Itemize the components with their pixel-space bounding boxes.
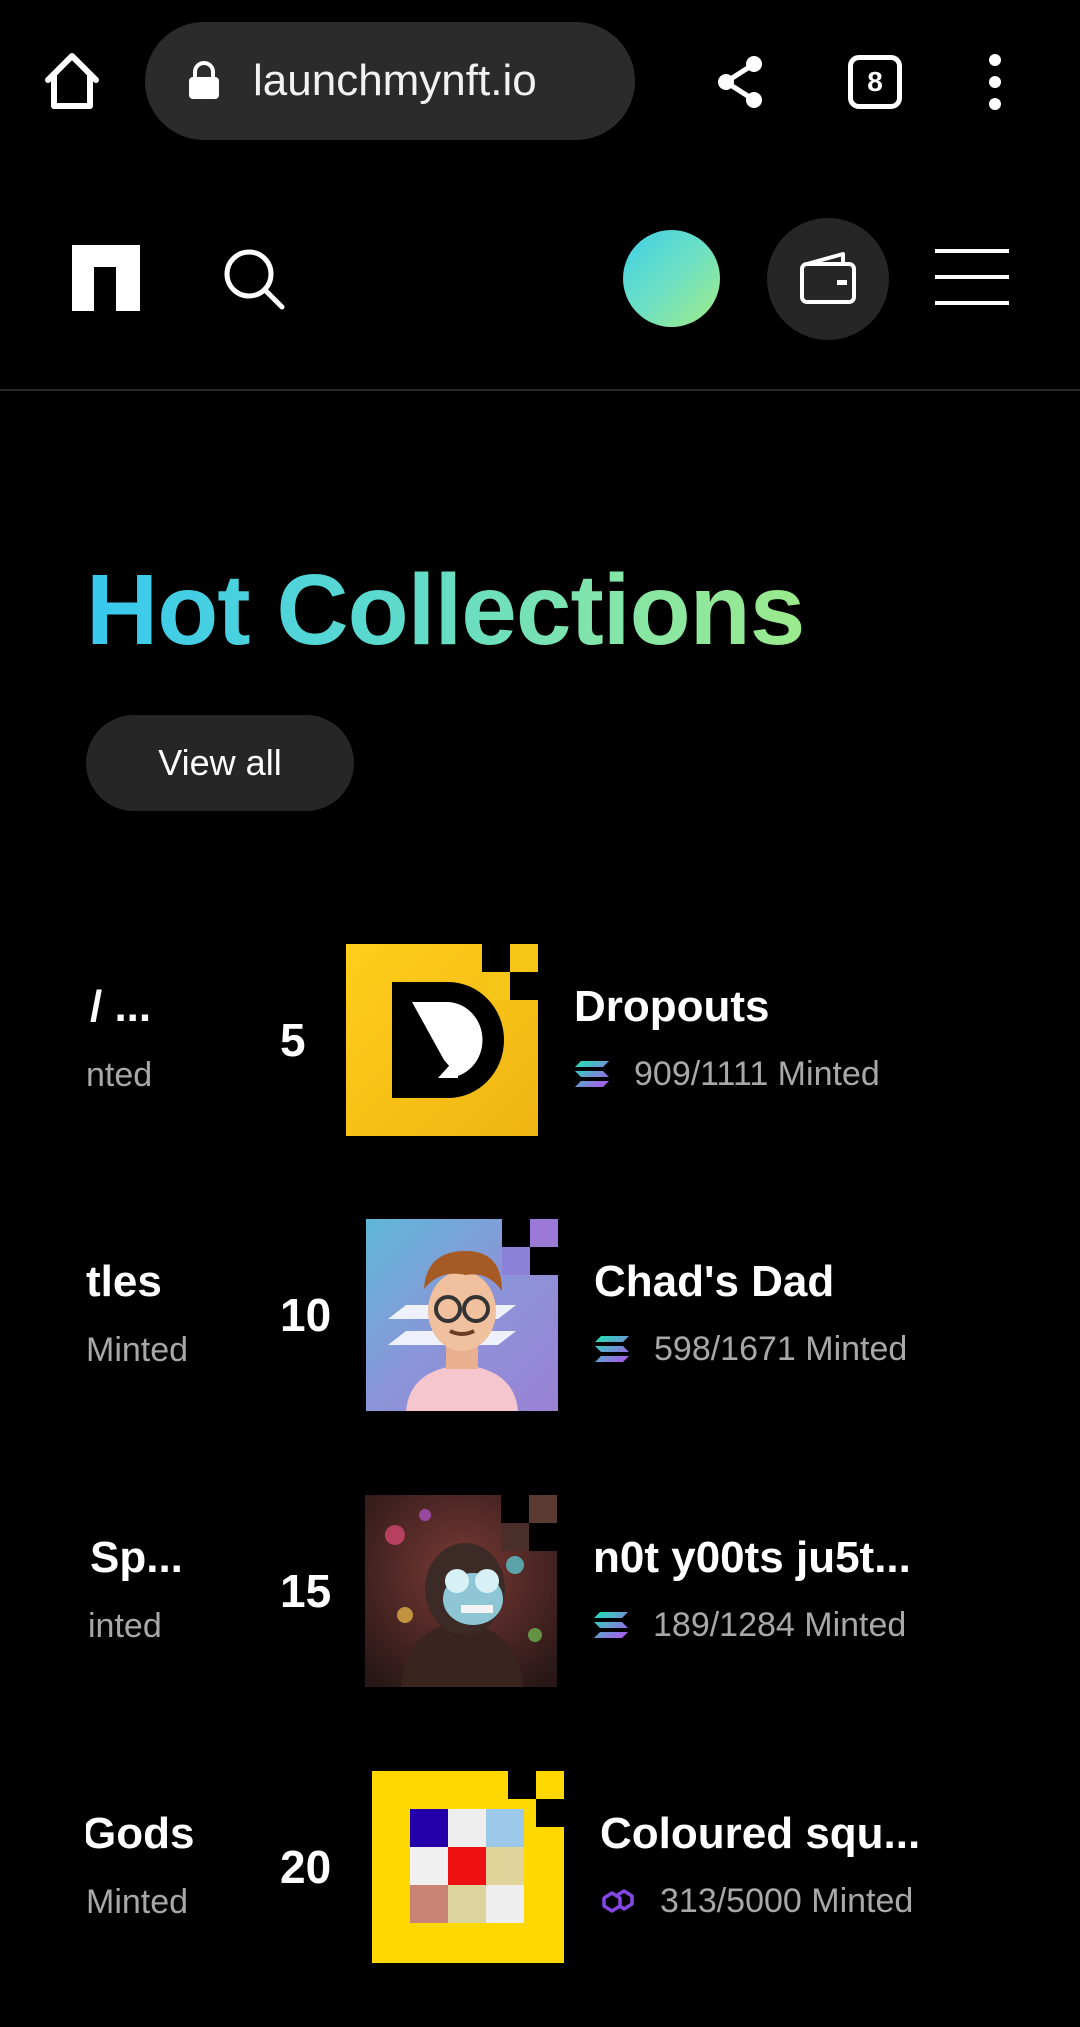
previous-column-name: / ... — [90, 982, 152, 1031]
lock-icon — [189, 61, 219, 99]
solana-icon — [595, 1336, 629, 1362]
previous-column-minted: Minted — [86, 1331, 189, 1369]
menu-icon[interactable] — [935, 247, 1009, 307]
collection-thumbnail[interactable] — [366, 1219, 558, 1411]
solana-icon — [594, 1612, 628, 1638]
more-vert-icon[interactable] — [980, 52, 1010, 112]
tabs-icon[interactable]: 8 — [848, 55, 902, 109]
logo[interactable] — [72, 245, 140, 311]
previous-column-name: Gods — [82, 1809, 195, 1858]
url-text: launchmynft.io — [253, 56, 537, 105]
previous-column-minted: inted — [88, 1607, 162, 1645]
view-all-button[interactable]: View all — [86, 715, 354, 811]
collection-name[interactable]: n0t y00ts ju5t... — [593, 1533, 911, 1583]
minted-count: 189/1284 Minted — [653, 1605, 907, 1644]
collection-name[interactable]: Dropouts — [574, 982, 770, 1032]
collection-rank: 5 — [280, 1014, 306, 1066]
collection-row[interactable]: Gods Minted 20 Coloured squ... 313/5000 … — [0, 1771, 1080, 1963]
share-icon[interactable] — [712, 54, 768, 110]
address-bar[interactable]: launchmynft.io — [145, 22, 635, 140]
collection-name[interactable]: Chad's Dad — [594, 1257, 834, 1307]
section-title: Hot Collections — [86, 554, 805, 666]
collection-row[interactable]: / ... nted 5 Dropouts 909/1111 Minted — [0, 944, 1080, 1136]
carousel-left-edge — [0, 880, 86, 2027]
collection-thumbnail[interactable] — [365, 1495, 557, 1687]
wallet-button[interactable] — [767, 218, 889, 340]
previous-column-name: Sp... — [90, 1533, 183, 1582]
search-icon[interactable] — [222, 247, 286, 311]
browser-toolbar: launchmynft.io 8 — [0, 0, 1080, 165]
collection-rank: 15 — [280, 1565, 332, 1617]
minted-count: 909/1111 Minted — [634, 1054, 880, 1093]
collection-rank: 20 — [280, 1841, 332, 1893]
polygon-icon — [602, 1889, 634, 1913]
solana-icon — [575, 1061, 609, 1087]
minted-count: 598/1671 Minted — [654, 1329, 908, 1368]
collection-row[interactable]: tles Minted 10 Chad's Dad 598/1671 Minte… — [0, 1219, 1080, 1411]
collection-thumbnail[interactable] — [346, 944, 538, 1136]
avatar[interactable] — [623, 230, 720, 327]
wallet-icon — [800, 252, 856, 304]
collection-meta: 313/5000 Minted — [600, 1879, 913, 1923]
collection-rank: 10 — [280, 1289, 332, 1341]
collection-meta: 189/1284 Minted — [593, 1603, 906, 1647]
collection-meta: 598/1671 Minted — [594, 1327, 907, 1371]
previous-column-minted: nted — [86, 1056, 153, 1094]
home-icon[interactable] — [42, 50, 102, 112]
site-header — [0, 165, 1080, 391]
minted-count: 313/5000 Minted — [660, 1881, 914, 1920]
collection-meta: 909/1111 Minted — [574, 1052, 880, 1096]
previous-column-name: tles — [86, 1257, 162, 1306]
tab-count: 8 — [867, 66, 883, 97]
previous-column-minted: Minted — [86, 1883, 189, 1921]
collection-row[interactable]: Sp... inted 15 n0t y00ts ju5t... 189/128… — [0, 1495, 1080, 1687]
collection-thumbnail[interactable] — [372, 1771, 564, 1963]
collection-name[interactable]: Coloured squ... — [600, 1809, 920, 1859]
